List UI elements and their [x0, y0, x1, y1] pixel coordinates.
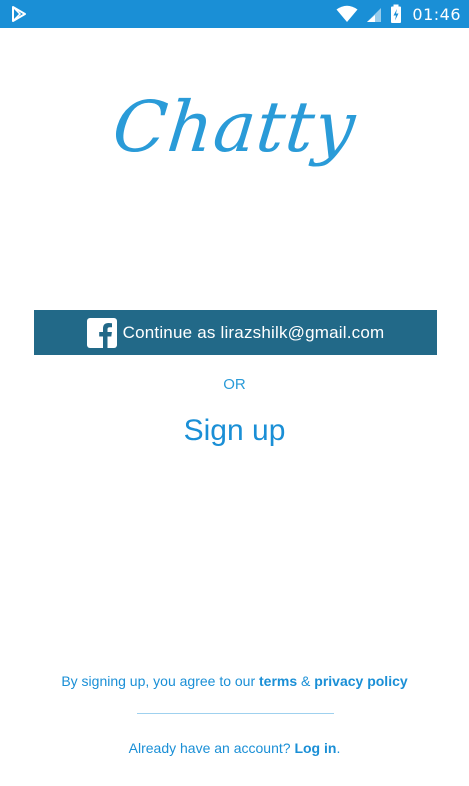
status-time: 01:46 [412, 4, 461, 24]
login-prefix: Already have an account? [128, 740, 295, 756]
status-bar: 01:46 [0, 0, 469, 28]
facebook-icon [86, 317, 117, 348]
terms-text: By signing up, you agree to our terms & … [0, 673, 469, 689]
facebook-button-label: Continue as lirazshilk@gmail.com [122, 322, 385, 342]
terms-separator: & [297, 673, 315, 689]
facebook-continue-button[interactable]: Continue as lirazshilk@gmail.com [34, 310, 437, 355]
battery-charging-icon [391, 4, 402, 23]
app-logo: Chatty [109, 86, 360, 168]
or-divider-label: OR [223, 376, 246, 393]
terms-prefix: By signing up, you agree to our [61, 673, 260, 689]
terms-link[interactable]: terms [259, 673, 297, 689]
privacy-policy-link[interactable]: privacy policy [314, 673, 407, 689]
log-in-link[interactable]: Log in [294, 740, 336, 756]
login-prompt: Already have an account? Log in. [0, 740, 469, 756]
login-suffix: . [336, 740, 341, 756]
cell-signal-icon [367, 8, 382, 22]
play-store-icon [12, 6, 26, 22]
divider [137, 713, 334, 714]
status-icons: 01:46 [336, 0, 461, 28]
wifi-icon [336, 5, 358, 22]
sign-up-link[interactable]: Sign up [0, 414, 469, 448]
